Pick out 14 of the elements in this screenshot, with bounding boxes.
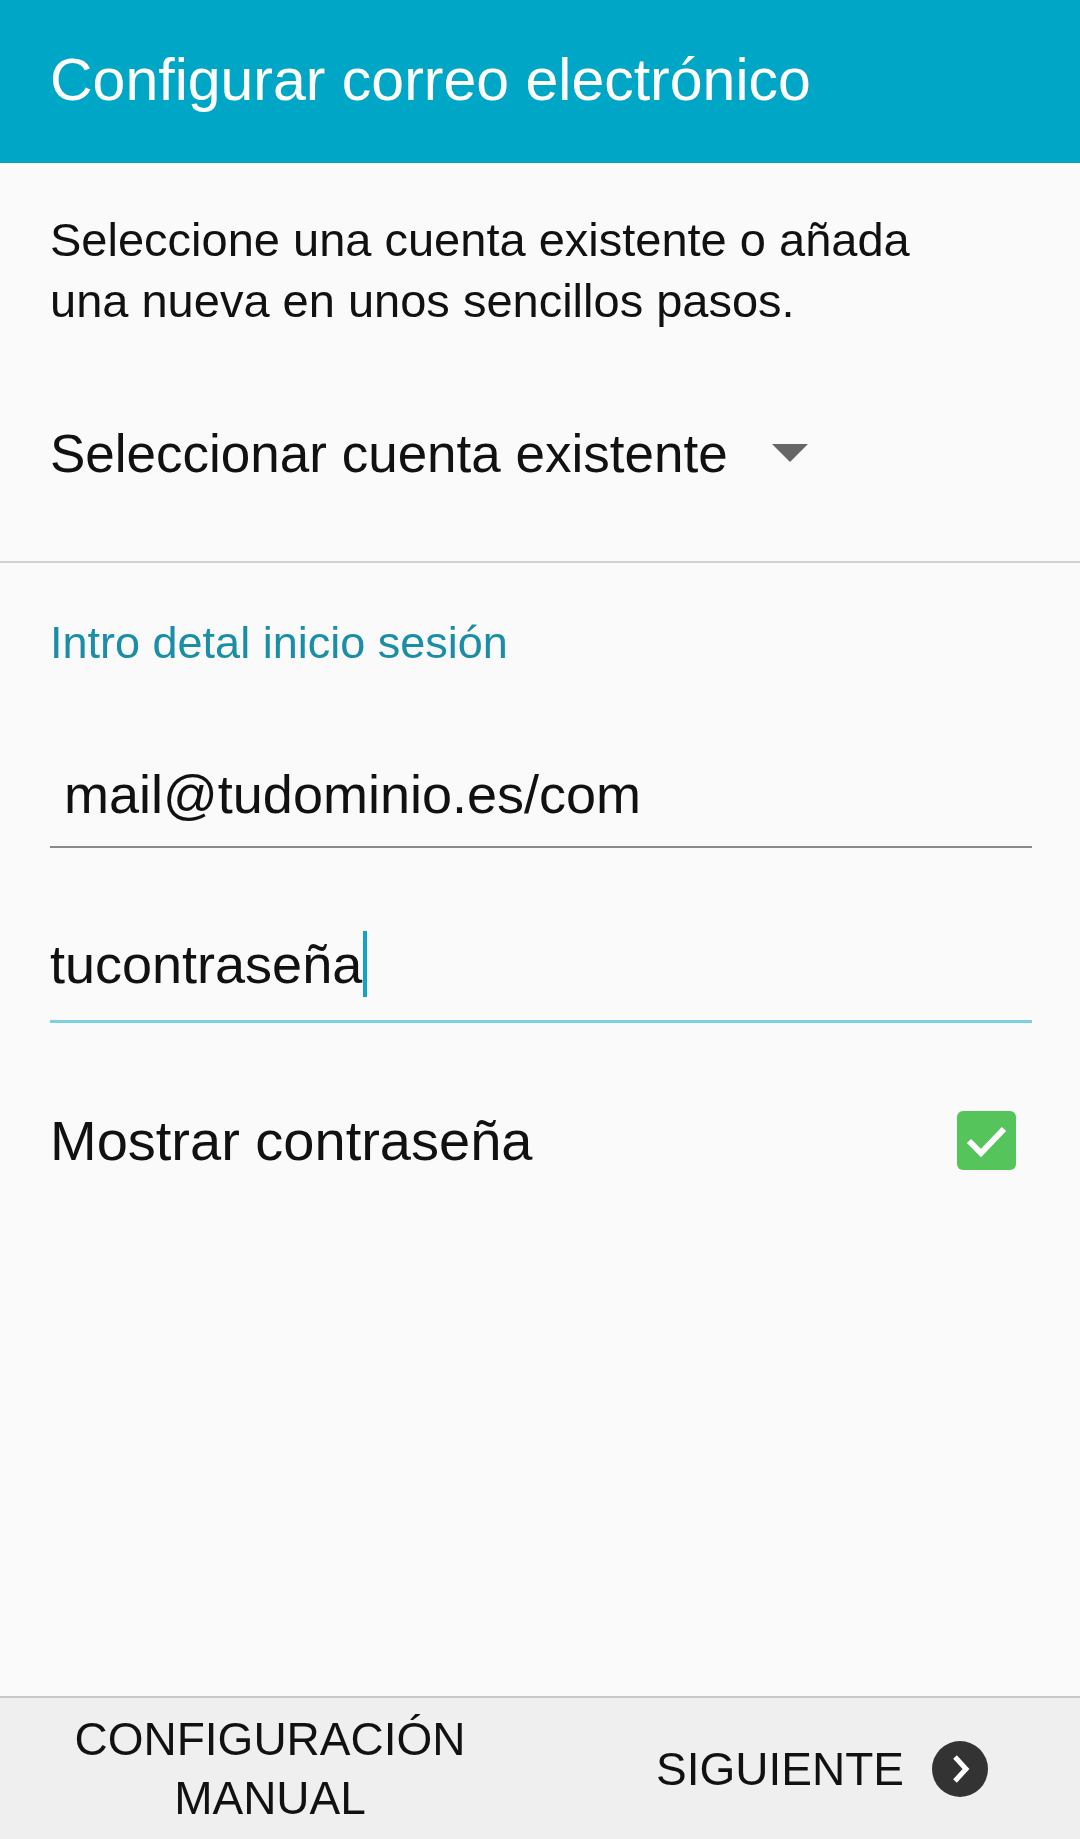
text-cursor-icon: [363, 931, 368, 997]
show-password-label: Mostrar contraseña: [50, 1107, 533, 1173]
app-bar-title: Configurar correo electrónico: [50, 45, 811, 114]
password-field[interactable]: tucontraseña: [50, 934, 1032, 1023]
checkbox[interactable]: [957, 1110, 1016, 1170]
dropdown-value: Seleccionar cuenta existente: [50, 422, 728, 484]
email-field[interactable]: mail@tudominio.es/com: [50, 764, 1032, 848]
manual-setup-button[interactable]: CONFIGURACIÓN MANUAL: [40, 1709, 500, 1828]
intro-text: Seleccione una cuenta existente o añada una nueva en unos sencillos pasos.: [50, 212, 911, 329]
account-dropdown[interactable]: Seleccionar cuenta existente: [0, 331, 1080, 563]
dropdown-caret-icon: [771, 444, 808, 462]
section-heading: Intro detal inicio sesión: [50, 618, 509, 668]
next-button[interactable]: SIGUIENTE: [656, 1740, 988, 1797]
chevron-right-icon: [932, 1740, 988, 1797]
